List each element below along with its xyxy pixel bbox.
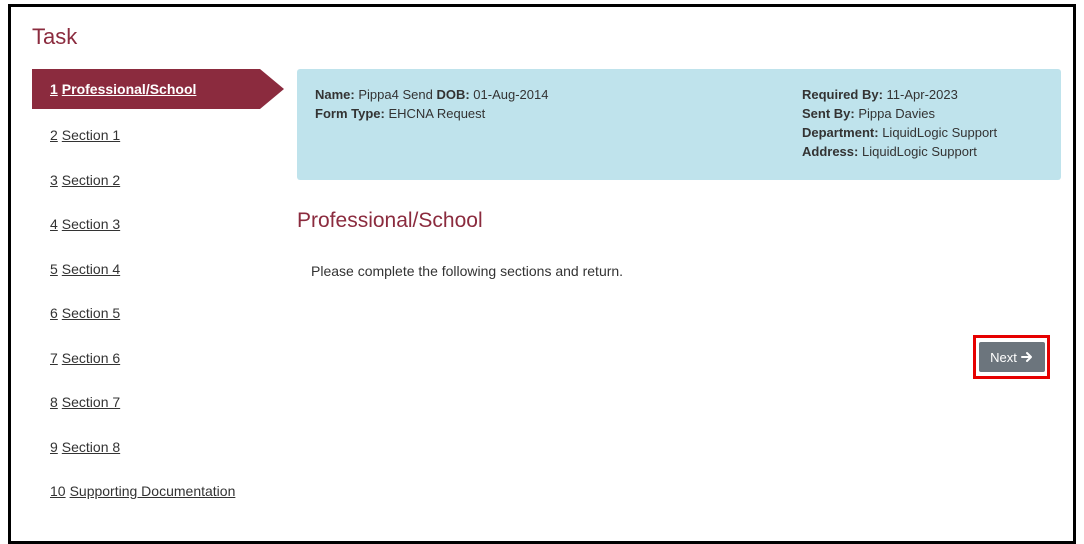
- form-type-value: EHCNA Request: [388, 106, 486, 121]
- section-title: Professional/School: [297, 209, 483, 232]
- nav-item-number: 6: [50, 305, 58, 321]
- name-dob-row: Name: Pippa4 Send DOB: 01-Aug-2014: [315, 85, 548, 104]
- nav-item-label: Section 8: [61, 438, 121, 455]
- nav-item-number: 8: [50, 394, 58, 410]
- nav-item-label: Section 7: [61, 394, 121, 410]
- section-description: Please complete the following sections a…: [311, 263, 624, 279]
- sent-by-value: Pippa Davies: [858, 106, 935, 121]
- nav-item-section-7[interactable]: 8 Section 7: [32, 380, 292, 425]
- nav-item-label: Professional/School: [61, 81, 197, 97]
- nav-item-label: Section 5: [61, 305, 121, 321]
- address-row: Address: LiquidLogic Support: [802, 142, 997, 161]
- nav-item-number: 1: [50, 81, 58, 97]
- nav-item-number: 7: [50, 349, 58, 366]
- nav-item-section-5[interactable]: 6 Section 5: [32, 291, 292, 336]
- name-value: Pippa4 Send: [358, 87, 433, 102]
- form-type-label: Form Type:: [315, 106, 385, 121]
- arrow-right-icon: [1020, 351, 1033, 363]
- task-heading: Task: [32, 24, 78, 49]
- next-button-highlight: Next: [973, 335, 1050, 379]
- dob-label: DOB:: [436, 87, 470, 102]
- nav-item-link[interactable]: 5 Section 4: [50, 261, 120, 277]
- address-value: LiquidLogic Support: [861, 144, 977, 159]
- nav-item-number: 9: [50, 438, 58, 455]
- nav-item-link[interactable]: 6 Section 5: [50, 305, 120, 321]
- nav-item-professional-school[interactable]: 1 Professional/School: [32, 69, 284, 109]
- nav-item-number: 4: [50, 216, 58, 232]
- request-info-left: Name: Pippa4 Send DOB: 01-Aug-2014 Form …: [315, 85, 548, 123]
- next-button-label: Next: [990, 349, 1017, 365]
- nav-item-label: Supporting Documentation: [69, 483, 236, 499]
- nav-item-label: Section 1: [61, 127, 121, 143]
- address-label: Address:: [802, 144, 859, 159]
- dob-value: 01-Aug-2014: [473, 87, 549, 102]
- nav-item-number: 3: [50, 171, 58, 188]
- name-label: Name:: [315, 87, 355, 102]
- nav-item-link[interactable]: 4 Section 3: [50, 216, 120, 232]
- nav-item-number: 5: [50, 260, 58, 277]
- next-button[interactable]: Next: [978, 342, 1045, 372]
- nav-item-label: Section 4: [61, 260, 121, 277]
- required-by-row: Required By: 11-Apr-2023: [802, 85, 997, 104]
- department-label: Department:: [802, 125, 879, 140]
- nav-item-section-8[interactable]: 9 Section 8: [32, 425, 292, 470]
- nav-item-link[interactable]: 8 Section 7: [50, 394, 120, 410]
- required-by-value: 11-Apr-2023: [886, 87, 958, 102]
- nav-item-label: Section 3: [61, 216, 121, 232]
- nav-item-section-1[interactable]: 2 Section 1: [32, 113, 292, 158]
- required-by-label: Required By:: [802, 87, 883, 102]
- nav-item-section-6[interactable]: 7 Section 6: [32, 336, 292, 381]
- sent-by-row: Sent By: Pippa Davies: [802, 104, 997, 123]
- nav-item-label: Section 2: [61, 171, 121, 188]
- nav-item-link[interactable]: 7 Section 6: [50, 350, 120, 366]
- nav-item-section-4[interactable]: 5 Section 4: [32, 247, 292, 292]
- nav-item-supporting-documentation[interactable]: 10 Supporting Documentation: [32, 469, 292, 514]
- nav-item-number: 10: [50, 483, 66, 499]
- nav-item-link[interactable]: 2 Section 1: [50, 127, 120, 143]
- nav-item-section-3[interactable]: 4 Section 3: [32, 202, 292, 247]
- nav-item-number: 2: [50, 127, 58, 143]
- nav-item-link[interactable]: 9 Section 8: [50, 439, 120, 455]
- section-nav: 1 Professional/School 2 Section 1 3 Section…: [32, 69, 292, 514]
- nav-item-link[interactable]: 1 Professional/School: [50, 81, 196, 97]
- request-info-panel: Name: Pippa4 Send DOB: 01-Aug-2014 Form …: [297, 69, 1061, 180]
- nav-item-link[interactable]: 3 Section 2: [50, 172, 120, 188]
- nav-item-section-2[interactable]: 3 Section 2: [32, 158, 292, 203]
- nav-item-label: Section 6: [61, 349, 121, 366]
- request-info-right: Required By: 11-Apr-2023 Sent By: Pippa …: [802, 85, 997, 161]
- department-row: Department: LiquidLogic Support: [802, 123, 997, 142]
- form-type-row: Form Type: EHCNA Request: [315, 104, 548, 123]
- sent-by-label: Sent By:: [802, 106, 855, 121]
- nav-item-link[interactable]: 10 Supporting Documentation: [50, 483, 235, 499]
- department-value: LiquidLogic Support: [882, 125, 998, 140]
